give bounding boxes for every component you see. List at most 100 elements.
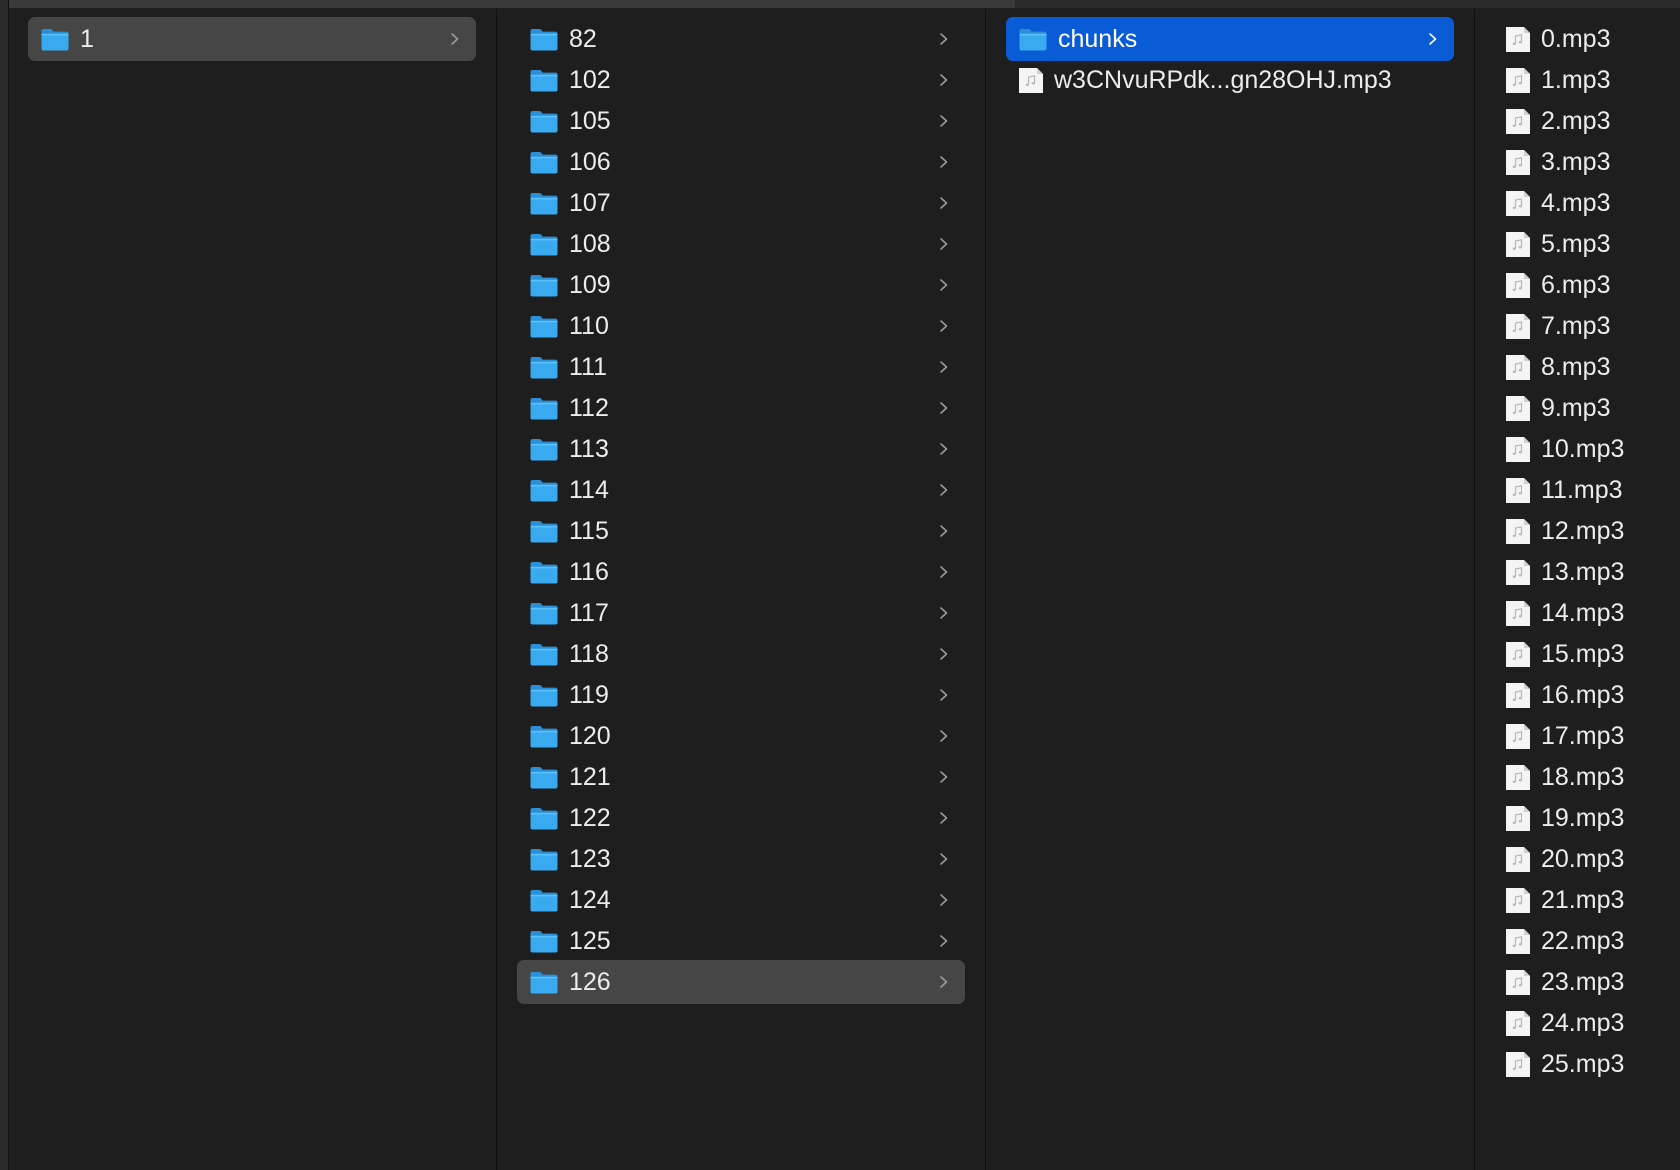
folder-row[interactable]: 115	[517, 509, 965, 553]
folder-row[interactable]: 126	[517, 960, 965, 1004]
item-label: 24.mp3	[1541, 1008, 1625, 1037]
folder-row[interactable]: 116	[517, 550, 965, 594]
folder-icon	[529, 109, 559, 134]
file-row[interactable]: 15.mp3	[1493, 632, 1673, 676]
file-row[interactable]: 24.mp3	[1493, 1001, 1673, 1045]
folder-row[interactable]: 119	[517, 673, 965, 717]
folder-row[interactable]: 108	[517, 222, 965, 266]
chevron-right-icon	[937, 154, 951, 170]
file-row[interactable]: 12.mp3	[1493, 509, 1673, 553]
item-label: 115	[569, 516, 609, 545]
item-label: 123	[569, 844, 611, 873]
folder-icon	[529, 601, 559, 626]
chevron-right-icon	[937, 277, 951, 293]
chevron-right-icon	[937, 400, 951, 416]
item-label: 8.mp3	[1541, 352, 1611, 381]
file-row[interactable]: 4.mp3	[1493, 181, 1673, 225]
item-label: 21.mp3	[1541, 885, 1625, 914]
folder-row[interactable]: 109	[517, 263, 965, 307]
audio-file-icon	[1505, 969, 1531, 996]
folder-row[interactable]: 125	[517, 919, 965, 963]
folder-icon	[529, 519, 559, 544]
audio-file-icon	[1505, 313, 1531, 340]
item-label: 82	[569, 24, 597, 53]
item-label: 126	[569, 967, 611, 996]
item-label: 105	[569, 106, 611, 135]
chevron-right-icon	[448, 31, 462, 47]
item-label: 117	[569, 598, 609, 627]
folder-row[interactable]: 82	[517, 17, 965, 61]
file-row[interactable]: 21.mp3	[1493, 878, 1673, 922]
folder-row[interactable]: 120	[517, 714, 965, 758]
folder-row[interactable]: 121	[517, 755, 965, 799]
item-label: 108	[569, 229, 611, 258]
folder-row[interactable]: 117	[517, 591, 965, 635]
file-row[interactable]: 10.mp3	[1493, 427, 1673, 471]
file-row[interactable]: 14.mp3	[1493, 591, 1673, 635]
folder-row[interactable]: 114	[517, 468, 965, 512]
folder-row[interactable]: 112	[517, 386, 965, 430]
folder-row[interactable]: 123	[517, 837, 965, 881]
file-row[interactable]: 7.mp3	[1493, 304, 1673, 348]
folder-icon	[529, 355, 559, 380]
item-label: 121	[569, 762, 611, 791]
file-row[interactable]: 6.mp3	[1493, 263, 1673, 307]
folder-row[interactable]: 124	[517, 878, 965, 922]
item-label: 16.mp3	[1541, 680, 1625, 709]
folder-row[interactable]: 111	[517, 345, 965, 389]
item-label: 22.mp3	[1541, 926, 1625, 955]
item-label: 102	[569, 65, 611, 94]
scrollbar-thumb[interactable]	[0, 0, 1015, 8]
chevron-right-icon	[937, 441, 951, 457]
file-row[interactable]: 9.mp3	[1493, 386, 1673, 430]
file-row[interactable]: 23.mp3	[1493, 960, 1673, 1004]
file-row[interactable]: 18.mp3	[1493, 755, 1673, 799]
item-label: 2.mp3	[1541, 106, 1611, 135]
chevron-right-icon	[937, 113, 951, 129]
audio-file-icon	[1505, 1051, 1531, 1078]
folder-row[interactable]: 1	[28, 17, 476, 61]
file-row[interactable]: 22.mp3	[1493, 919, 1673, 963]
item-label: 124	[569, 885, 611, 914]
file-row[interactable]: 0.mp3	[1493, 17, 1673, 61]
finder-column-1[interactable]: 1	[8, 9, 497, 1170]
file-row[interactable]: 17.mp3	[1493, 714, 1673, 758]
audio-file-icon	[1505, 436, 1531, 463]
folder-row[interactable]: 118	[517, 632, 965, 676]
folder-row[interactable]: 102	[517, 58, 965, 102]
folder-row[interactable]: 106	[517, 140, 965, 184]
file-row[interactable]: 20.mp3	[1493, 837, 1673, 881]
file-row[interactable]: 16.mp3	[1493, 673, 1673, 717]
audio-file-icon	[1505, 928, 1531, 955]
item-label: 111	[569, 352, 608, 381]
finder-column-4[interactable]: 0.mp3 1.mp3 2.mp3 3.mp3 4.mp3 5.mp3 6.mp3 7.mp3…	[1475, 9, 1680, 1170]
folder-row[interactable]: 110	[517, 304, 965, 348]
item-label: 114	[569, 475, 609, 504]
finder-column-2[interactable]: 82 102 105 106 107 108 109 110 111 112 113 114 115 11…	[497, 9, 986, 1170]
file-row[interactable]: 3.mp3	[1493, 140, 1673, 184]
audio-file-icon	[1505, 272, 1531, 299]
item-label: 5.mp3	[1541, 229, 1611, 258]
file-row[interactable]: 1.mp3	[1493, 58, 1673, 102]
file-row[interactable]: 2.mp3	[1493, 99, 1673, 143]
file-row[interactable]: 8.mp3	[1493, 345, 1673, 389]
folder-row[interactable]: 105	[517, 99, 965, 143]
audio-file-icon	[1505, 354, 1531, 381]
folder-row[interactable]: chunks	[1006, 17, 1454, 61]
folder-icon	[529, 683, 559, 708]
folder-row[interactable]: 122	[517, 796, 965, 840]
file-row[interactable]: 5.mp3	[1493, 222, 1673, 266]
file-row[interactable]: 25.mp3	[1493, 1042, 1673, 1086]
file-row[interactable]: 11.mp3	[1493, 468, 1673, 512]
file-row[interactable]: 19.mp3	[1493, 796, 1673, 840]
folder-row[interactable]: 107	[517, 181, 965, 225]
finder-column-3[interactable]: chunks w3CNvuRPdk...gn28OHJ.mp3	[986, 9, 1475, 1170]
folder-row[interactable]: 113	[517, 427, 965, 471]
file-row[interactable]: w3CNvuRPdk...gn28OHJ.mp3	[1006, 58, 1454, 102]
file-row[interactable]: 13.mp3	[1493, 550, 1673, 594]
horizontal-scrollbar[interactable]	[0, 0, 1680, 8]
item-label: 113	[569, 434, 609, 463]
item-label: 106	[569, 147, 611, 176]
chevron-right-icon	[937, 482, 951, 498]
folder-icon	[529, 27, 559, 52]
